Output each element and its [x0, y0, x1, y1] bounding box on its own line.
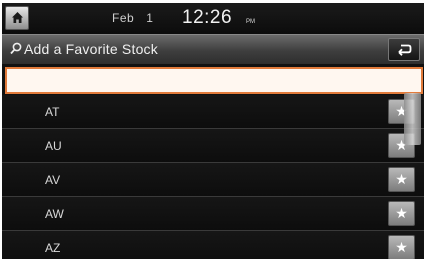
date-day: 1 — [146, 11, 154, 25]
home-button[interactable] — [5, 6, 29, 30]
return-arrow-icon — [398, 44, 412, 56]
stock-list-item[interactable]: AV ★ — [2, 163, 424, 197]
stock-symbol: AZ — [45, 241, 61, 255]
search-icon — [10, 42, 22, 55]
stock-list-item[interactable]: AT ★ — [2, 95, 424, 129]
screen: Feb 1 12:26 PM Add a Favorite Stock AT ★… — [2, 3, 424, 259]
clock-ampm: PM — [246, 19, 255, 25]
star-icon[interactable]: ★ — [388, 235, 415, 259]
list-scrollbar[interactable] — [404, 93, 421, 145]
home-icon — [12, 12, 23, 23]
title-bar: Add a Favorite Stock — [2, 34, 424, 64]
date-month: Feb — [112, 11, 135, 25]
stock-symbol: AV — [45, 173, 61, 187]
back-button[interactable] — [388, 38, 420, 61]
stock-search-input[interactable] — [5, 67, 423, 94]
date-display: Feb 1 — [112, 11, 153, 25]
stock-list-item[interactable]: AU ★ — [2, 129, 424, 163]
page-title: Add a Favorite Stock — [24, 41, 158, 57]
stock-list-item[interactable]: AW ★ — [2, 197, 424, 231]
stock-symbol: AU — [45, 139, 62, 153]
stock-list: AT ★ AU ★ AV ★ AW ★ AZ ★ — [2, 95, 424, 259]
clock-time: 12:26 — [182, 7, 233, 28]
stock-symbol: AT — [45, 105, 60, 119]
star-icon[interactable]: ★ — [388, 201, 415, 226]
stock-list-item[interactable]: AZ ★ — [2, 231, 424, 259]
status-bar: Feb 1 12:26 PM — [2, 3, 424, 34]
stock-symbol: AW — [45, 207, 64, 221]
star-icon[interactable]: ★ — [388, 167, 415, 192]
